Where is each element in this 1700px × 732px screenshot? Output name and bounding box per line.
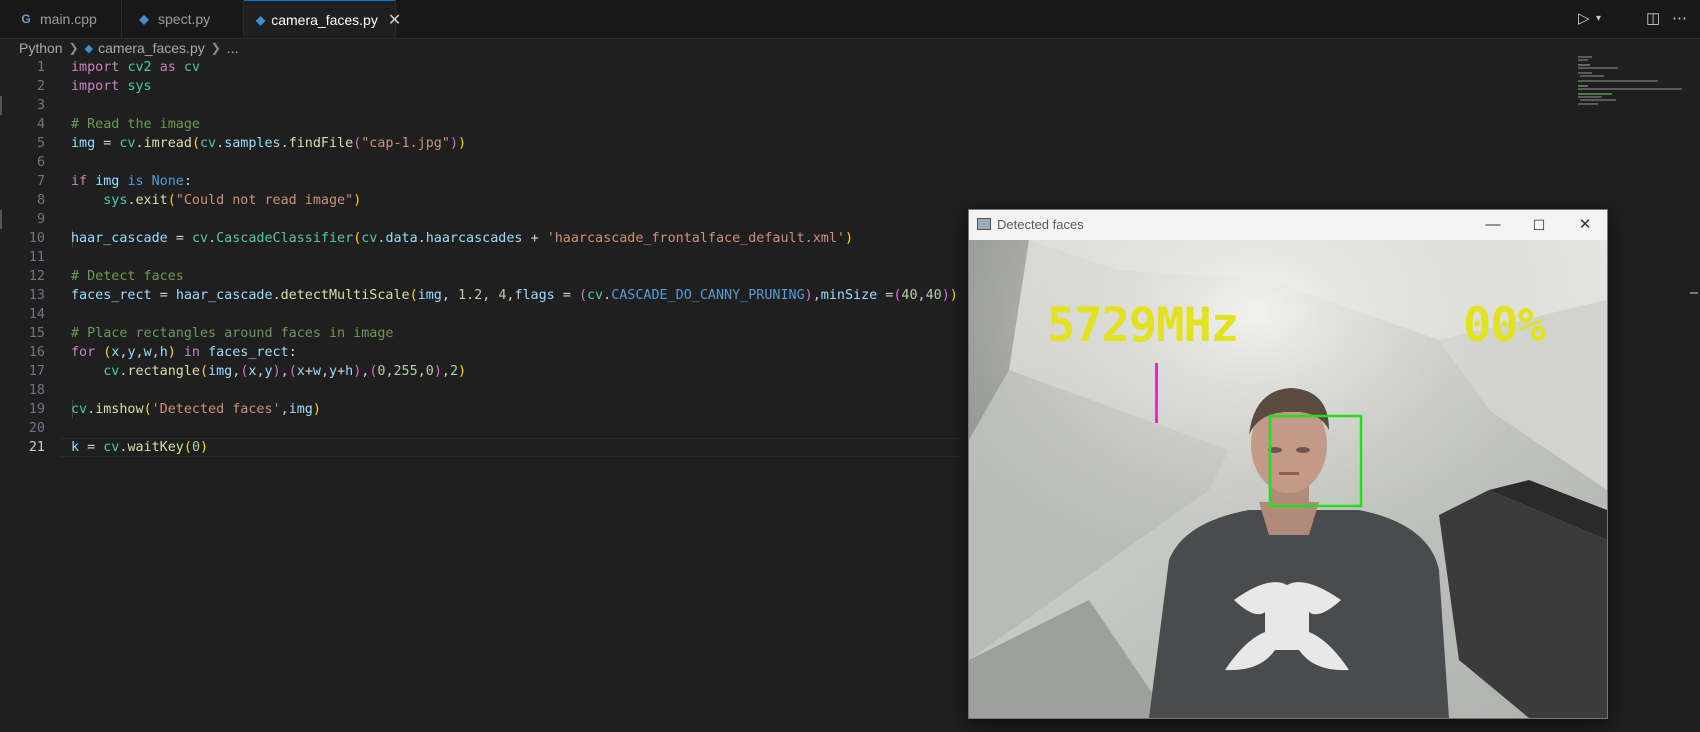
- camera-frame: 5729MHz 00%: [969, 240, 1607, 718]
- chevron-down-icon[interactable]: ▾: [1596, 8, 1601, 30]
- overlay-frequency: 5729MHz: [1047, 298, 1239, 353]
- line-number: 15: [28, 326, 45, 341]
- tab-main-cpp[interactable]: G main.cpp: [0, 0, 122, 38]
- line-number: 19: [28, 402, 45, 417]
- line-number: 21: [28, 440, 45, 455]
- chevron-right-icon: ❯: [68, 41, 79, 55]
- code-line: 19 cv.imshow('Detected faces',img): [0, 400, 321, 419]
- chevron-right-icon: ❯: [210, 41, 221, 55]
- line-number: 13: [28, 288, 45, 303]
- opencv-window[interactable]: Detected faces — ☐ ✕ 5729MHz 00%: [968, 209, 1608, 719]
- line-number: 7: [36, 174, 45, 189]
- breadcrumb-file[interactable]: camera_faces.py: [98, 40, 205, 56]
- line-number: 11: [28, 250, 45, 265]
- code-line: 11: [0, 248, 45, 267]
- split-editor-icon[interactable]: ◫: [1646, 8, 1660, 30]
- maximize-icon[interactable]: ☐: [1517, 210, 1561, 240]
- line-number: 3: [36, 98, 45, 113]
- code-line: 15 # Place rectangles around faces in ima…: [0, 324, 394, 343]
- breadcrumb-more[interactable]: ...: [227, 40, 239, 56]
- close-icon[interactable]: ✕: [1563, 210, 1607, 240]
- tab-spect-py[interactable]: ◆ spect.py: [122, 0, 244, 38]
- code-line: 8 sys.exit("Could not read image"): [0, 191, 361, 210]
- window-title: Detected faces: [997, 217, 1084, 232]
- line-number: 12: [28, 269, 45, 284]
- more-actions-icon[interactable]: ⋯: [1672, 8, 1687, 30]
- overlay-percent: 00%: [1463, 298, 1546, 353]
- breadcrumb: Python ❯ ◆ camera_faces.py ❯ ...: [19, 38, 238, 58]
- tab-label: main.cpp: [40, 11, 97, 27]
- python-icon: ◆: [84, 42, 94, 55]
- c-plus-plus-icon: G: [21, 12, 31, 26]
- code-line: 20: [0, 419, 45, 438]
- line-number: 5: [36, 136, 45, 151]
- breadcrumb-root[interactable]: Python: [19, 40, 63, 56]
- minimap[interactable]: [1578, 56, 1688, 106]
- code-line: 13 faces_rect = haar_cascade.detectMultiS…: [0, 286, 958, 305]
- code-line: 10 haar_cascade = cv.CascadeClassifier(cv…: [0, 229, 853, 248]
- line-number: 8: [36, 193, 45, 208]
- line-number: 16: [28, 345, 45, 360]
- code-line: 16 for (x,y,w,h) in faces_rect:: [0, 343, 297, 362]
- code-line: 2 import sys: [0, 77, 152, 96]
- run-icon[interactable]: ▷: [1578, 8, 1590, 30]
- line-number: 10: [28, 231, 45, 246]
- line-number: 17: [28, 364, 45, 379]
- tab-bar: G main.cpp ◆ spect.py ◆ camera_faces.py …: [0, 0, 1700, 39]
- line-number: 18: [28, 383, 45, 398]
- line-number: 9: [36, 212, 45, 227]
- line-number: 20: [28, 421, 45, 436]
- line-number: 4: [36, 117, 45, 132]
- minimize-icon[interactable]: —: [1471, 210, 1515, 240]
- code-line: 14: [0, 305, 45, 324]
- line-number: 14: [28, 307, 45, 322]
- tab-label: camera_faces.py: [271, 11, 378, 28]
- close-icon[interactable]: ✕: [388, 10, 401, 30]
- line-number: 1: [36, 60, 45, 75]
- code-line: 6: [0, 153, 45, 172]
- magenta-marker: [1155, 363, 1158, 423]
- python-icon: ◆: [139, 12, 149, 26]
- window-titlebar[interactable]: Detected faces — ☐ ✕: [969, 210, 1607, 240]
- code-line: 3: [0, 96, 45, 115]
- line-number: 6: [36, 155, 45, 170]
- tab-label: spect.py: [158, 11, 211, 27]
- code-line: 1 import cv2 as cv: [0, 58, 200, 77]
- code-line: 5 img = cv.imread(cv.samples.findFile("ca…: [0, 134, 466, 153]
- scrollbar-marker: [1690, 292, 1698, 294]
- line-number: 2: [36, 79, 45, 94]
- python-icon: ◆: [256, 12, 266, 27]
- code-line: 18: [0, 381, 45, 400]
- app-icon: [977, 218, 991, 230]
- code-line: 17 cv.rectangle(img,(x,y),(x+w,y+h),(0,2…: [0, 362, 466, 381]
- code-line: 9: [0, 210, 45, 229]
- tab-camera-faces-py[interactable]: ◆ camera_faces.py ✕: [244, 0, 401, 38]
- code-line: 7 if img is None:: [0, 172, 192, 191]
- code-line: 12 # Detect faces: [0, 267, 184, 286]
- code-line: 4 # Read the image: [0, 115, 200, 134]
- code-line: 21 k = cv.waitKey(0): [0, 438, 208, 457]
